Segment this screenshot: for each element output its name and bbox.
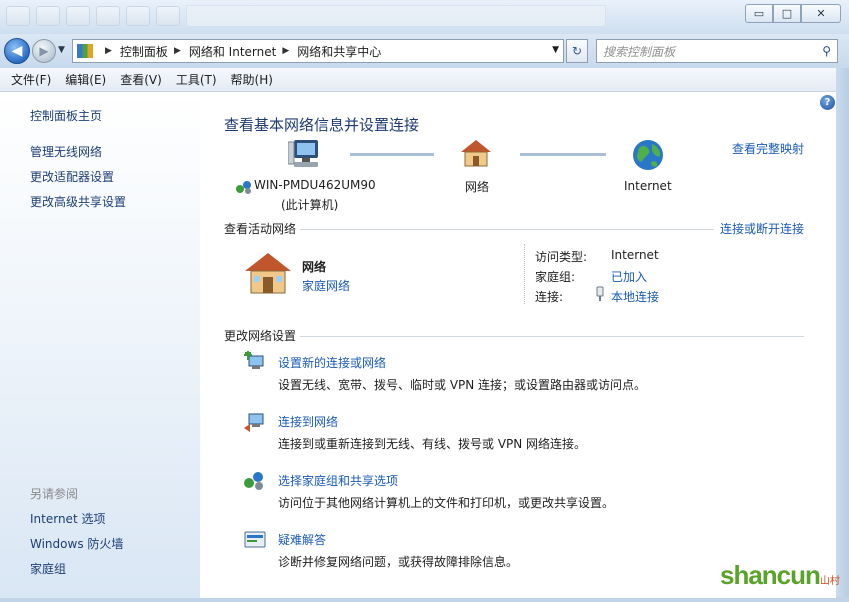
see-also-heading: 另请参阅 [30,487,79,501]
divider [300,229,714,230]
internet-label: Internet [624,179,672,193]
change-settings-heading: 更改网络设置 [224,329,297,343]
address-bar[interactable]: ▶ 控制面板 ▶ 网络和 Internet ▶ 网络和共享中心 ▼ [72,39,564,63]
breadcrumb-network-sharing-center[interactable]: 网络和共享中心 [297,43,381,60]
minimize-icon: ▭ [753,7,765,20]
breadcrumb-control-panel[interactable]: 控制面板 [120,43,168,60]
close-icon: ✕ [816,7,826,20]
see-full-map-link[interactable]: 查看完整映射 [732,140,804,157]
active-network-name: 网络 [302,260,327,274]
task-setup-new-connection-desc: 设置无线、宽带、拨号、临时或 VPN 连接；或设置路由器或访问点。 [278,378,647,392]
ghost-toolbar-button [156,6,180,26]
homegroup-sharing-icon [244,472,263,490]
ghost-address-bar [186,5,606,27]
menu-bar: 文件(F) 编辑(E) 查看(V) 工具(T) 帮助(H) [0,68,836,92]
connect-disconnect-link[interactable]: 连接或断开连接 [720,220,804,237]
recent-pages-dropdown[interactable]: ▼ [58,45,65,55]
new-connection-icon [244,351,264,369]
see-also-homegroup[interactable]: 家庭组 [30,560,66,577]
task-homegroup-sharing-desc: 访问位于其他网络计算机上的文件和打印机，或更改共享设置。 [278,496,615,510]
sidebar-item-adapter-settings[interactable]: 更改适配器设置 [30,168,114,185]
address-dropdown-icon[interactable]: ▼ [552,45,559,55]
homegroup-key: 家庭组: [535,270,576,284]
help-icon: ? [824,97,831,108]
task-connect-to-network[interactable]: 连接到网络 [278,413,338,430]
divider [300,336,804,337]
network-house-icon [461,140,491,167]
navigation-bar: ◀ ▶ ▼ ▶ 控制面板 ▶ 网络和 Internet ▶ 网络和共享中心 ▼ … [0,34,849,68]
menu-help[interactable]: 帮助(H) [224,71,280,88]
troubleshoot-icon [244,531,266,548]
menu-tools[interactable]: 工具(T) [169,71,224,88]
map-link-line [350,153,434,156]
task-homegroup-sharing[interactable]: 选择家庭组和共享选项 [278,472,398,489]
access-type-value: Internet [611,248,659,262]
page-title: 查看基本网络信息并设置连接 [224,116,420,134]
connection-key: 连接: [535,290,564,304]
homegroup-joined-link[interactable]: 已加入 [611,268,647,285]
map-link-line [520,153,606,156]
search-placeholder: 搜索控制面板 [603,44,676,59]
computer-icon [288,140,318,167]
window-frame-right [836,68,849,602]
task-setup-new-connection[interactable]: 设置新的连接或网络 [278,354,386,371]
ghost-toolbar-button [36,6,60,26]
computer-name: WIN-PMDU462UM90 [254,178,376,192]
computer-network-small-icon [236,181,251,194]
breadcrumb-network-internet[interactable]: 网络和 Internet [189,43,276,60]
forward-button[interactable]: ▶ [32,39,56,63]
site-watermark: shancun山村网.net [720,560,849,602]
sidebar-item-manage-wireless[interactable]: 管理无线网络 [30,143,102,160]
task-troubleshoot-desc: 诊断并修复网络问题，或获得故障排除信息。 [278,555,519,569]
ghost-toolbar-button [96,6,120,26]
home-network-icon [245,253,291,294]
content-area: 控制面板主页 管理无线网络 更改适配器设置 更改高级共享设置 另请参阅 Inte… [0,92,836,598]
sidebar-item-control-panel-home[interactable]: 控制面板主页 [30,107,102,124]
ghost-toolbar-button [6,6,30,26]
ghost-toolbar-button [66,6,90,26]
props-divider [524,244,525,304]
close-button[interactable]: ✕ [801,4,841,23]
menu-edit[interactable]: 编辑(E) [58,71,113,88]
connect-to-network-icon [244,413,264,432]
breadcrumb-separator[interactable]: ▶ [282,46,289,56]
help-button[interactable]: ? [820,95,835,110]
back-button[interactable]: ◀ [4,38,30,64]
back-arrow-icon: ◀ [11,43,23,59]
local-connection-link[interactable]: 本地连接 [611,288,659,305]
ethernet-connection-icon [596,286,604,301]
forward-arrow-icon: ▶ [39,44,49,58]
control-panel-icon [77,44,93,58]
active-networks-heading: 查看活动网络 [224,222,297,236]
refresh-icon: ↻ [571,44,583,58]
sidebar-item-advanced-sharing[interactable]: 更改高级共享设置 [30,193,126,210]
breadcrumb-separator[interactable]: ▶ [174,46,181,56]
title-bar: ▭ □ ✕ [0,0,849,34]
task-connect-to-network-desc: 连接到或重新连接到无线、有线、拨号或 VPN 网络连接。 [278,437,587,451]
search-icon[interactable]: ⚲ [822,44,831,58]
menu-view[interactable]: 查看(V) [113,71,169,88]
see-also-windows-firewall[interactable]: Windows 防火墙 [30,535,123,552]
network-type-link[interactable]: 家庭网络 [302,277,350,294]
window-caption-buttons: ▭ □ ✕ [745,4,841,23]
menu-file[interactable]: 文件(F) [4,71,58,88]
maximize-icon: □ [781,7,793,20]
minimize-button[interactable]: ▭ [745,4,773,23]
computer-sub-label: (此计算机) [281,198,339,212]
task-pane: 控制面板主页 管理无线网络 更改适配器设置 更改高级共享设置 另请参阅 Inte… [0,92,200,598]
watermark-text: shancun [720,560,821,590]
task-troubleshoot[interactable]: 疑难解答 [278,531,326,548]
network-label: 网络 [465,180,490,194]
search-input[interactable]: 搜索控制面板 ⚲ [596,39,838,63]
internet-globe-icon [633,140,663,170]
maximize-button[interactable]: □ [773,4,801,23]
ghost-toolbar-button [126,6,150,26]
access-type-key: 访问类型: [535,250,588,264]
see-also-internet-options[interactable]: Internet 选项 [30,510,105,527]
refresh-button[interactable]: ↻ [566,39,588,63]
breadcrumb-separator[interactable]: ▶ [105,46,112,56]
